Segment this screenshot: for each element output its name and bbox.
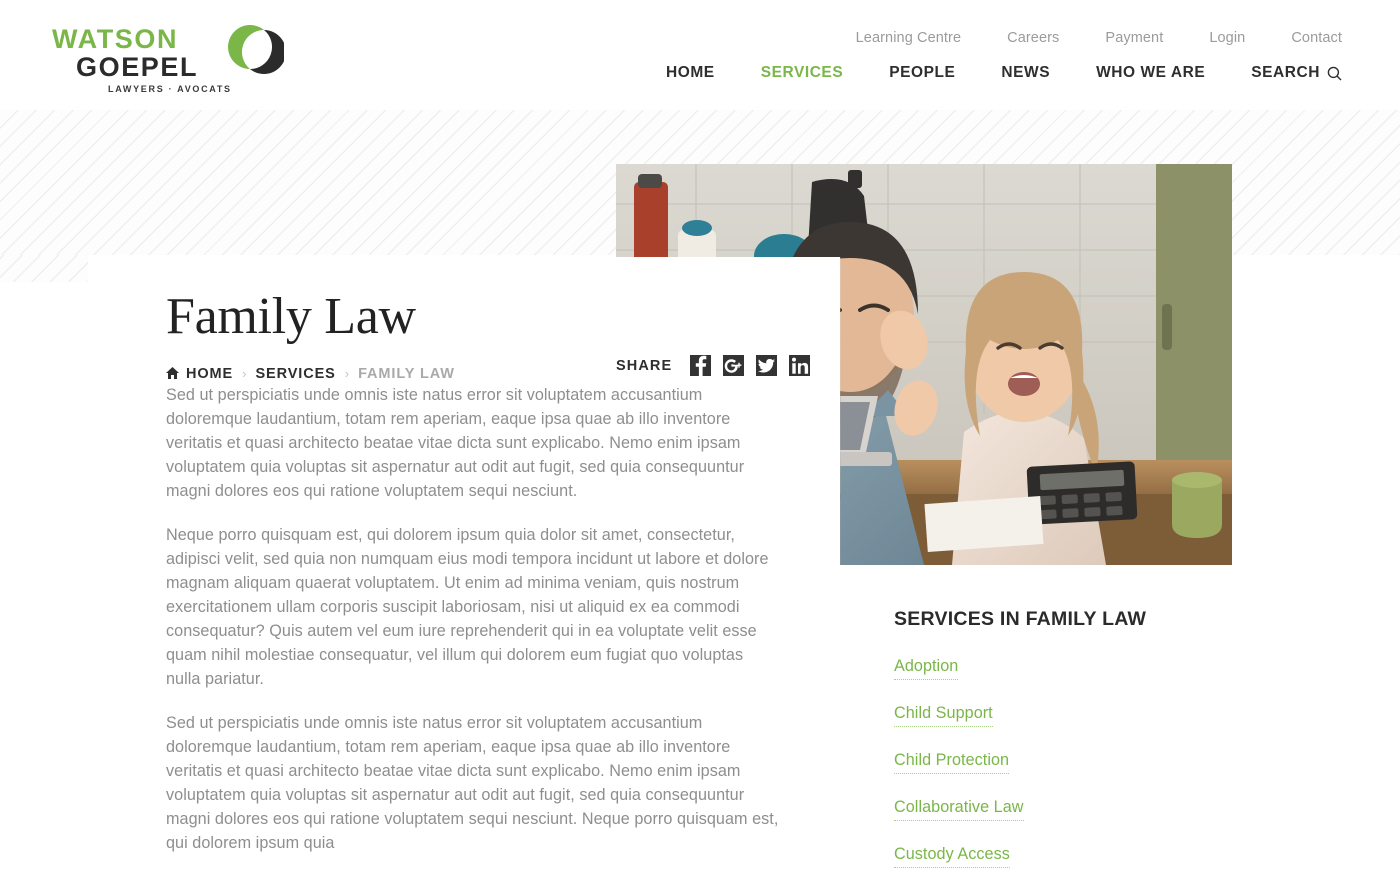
page-title: Family Law bbox=[166, 288, 416, 345]
share-label: SHARE bbox=[616, 357, 673, 374]
breadcrumb-home-label: HOME bbox=[186, 365, 234, 382]
logo-tagline: LAWYERS · AVOCATS bbox=[108, 84, 232, 94]
breadcrumb-item-home[interactable]: HOME bbox=[166, 366, 233, 382]
search-label: SEARCH bbox=[1251, 64, 1320, 81]
sidebar-link-child-protection[interactable]: Child Protection bbox=[894, 751, 1010, 774]
nav-item-services[interactable]: SERVICES bbox=[761, 64, 844, 82]
article-column: Family Law HOME › SERVICES › FAMILY LAW … bbox=[166, 288, 780, 875]
logo-word-goepel: GOEPEL bbox=[76, 52, 198, 82]
nav-item-who-we-are[interactable]: WHO WE ARE bbox=[1096, 64, 1205, 82]
top-nav-item-payment[interactable]: Payment bbox=[1105, 30, 1163, 46]
sidebar-link-child-support[interactable]: Child Support bbox=[894, 704, 993, 727]
sidebar-heading: SERVICES IN FAMILY LAW bbox=[894, 608, 1147, 630]
top-nav-item-careers[interactable]: Careers bbox=[1007, 30, 1059, 46]
share-google-plus-button[interactable] bbox=[723, 355, 745, 376]
linkedin-icon bbox=[792, 357, 809, 374]
nav-item-news[interactable]: NEWS bbox=[1001, 64, 1050, 82]
breadcrumb-item-services[interactable]: SERVICES bbox=[255, 366, 335, 382]
top-nav-item-contact[interactable]: Contact bbox=[1291, 30, 1342, 46]
share-bar: SHARE bbox=[616, 355, 811, 376]
share-facebook-button[interactable] bbox=[690, 355, 712, 376]
twitter-icon bbox=[758, 358, 776, 373]
site-header: WATSON GOEPEL LAWYERS · AVOCATS Learning… bbox=[0, 0, 1400, 110]
breadcrumb-separator: › bbox=[344, 366, 350, 382]
primary-nav: HOME SERVICES PEOPLE NEWS WHO WE ARE SEA… bbox=[666, 64, 1342, 82]
nav-item-people[interactable]: PEOPLE bbox=[889, 64, 955, 82]
top-nav-item-learning-centre[interactable]: Learning Centre bbox=[856, 30, 962, 46]
article-paragraph: Sed ut perspiciatis unde omnis iste natu… bbox=[166, 385, 745, 500]
site-logo[interactable]: WATSON GOEPEL LAWYERS · AVOCATS bbox=[52, 22, 284, 94]
sidebar-link-custody-access[interactable]: Custody Access bbox=[894, 845, 1010, 868]
utility-nav: Learning Centre Careers Payment Login Co… bbox=[856, 30, 1342, 46]
nav-item-home[interactable]: HOME bbox=[666, 64, 715, 82]
article-paragraph: Sed ut perspiciatis unde omnis iste natu… bbox=[166, 713, 779, 852]
share-twitter-button[interactable] bbox=[756, 355, 778, 376]
breadcrumb-separator: › bbox=[242, 366, 247, 382]
search-icon bbox=[1327, 66, 1342, 80]
services-sidebar: SERVICES IN FAMILY LAW Adoption Child Su… bbox=[894, 608, 1234, 892]
google-plus-icon bbox=[724, 359, 742, 373]
breadcrumb-item-current: FAMILY LAW bbox=[358, 365, 455, 382]
home-icon bbox=[166, 366, 179, 379]
logo-word-watson: WATSON bbox=[52, 24, 178, 54]
watson-goepel-logo-icon: WATSON GOEPEL LAWYERS · AVOCATS bbox=[52, 24, 284, 94]
diagonal-stripe-notch bbox=[0, 255, 88, 282]
article-paragraph: Neque porro quisquam est, qui dolorem ip… bbox=[166, 525, 769, 688]
facebook-icon bbox=[696, 355, 707, 376]
share-linkedin-button[interactable] bbox=[789, 355, 811, 376]
sidebar-link-adoption[interactable]: Adoption bbox=[894, 657, 959, 680]
sidebar-link-collaborative-law[interactable]: Collaborative Law bbox=[894, 798, 1024, 821]
nav-item-search[interactable]: SEARCH bbox=[1251, 64, 1342, 82]
top-nav-item-login[interactable]: Login bbox=[1209, 30, 1245, 46]
article-body: Sed ut perspiciatis unde omnis iste natu… bbox=[166, 383, 780, 855]
